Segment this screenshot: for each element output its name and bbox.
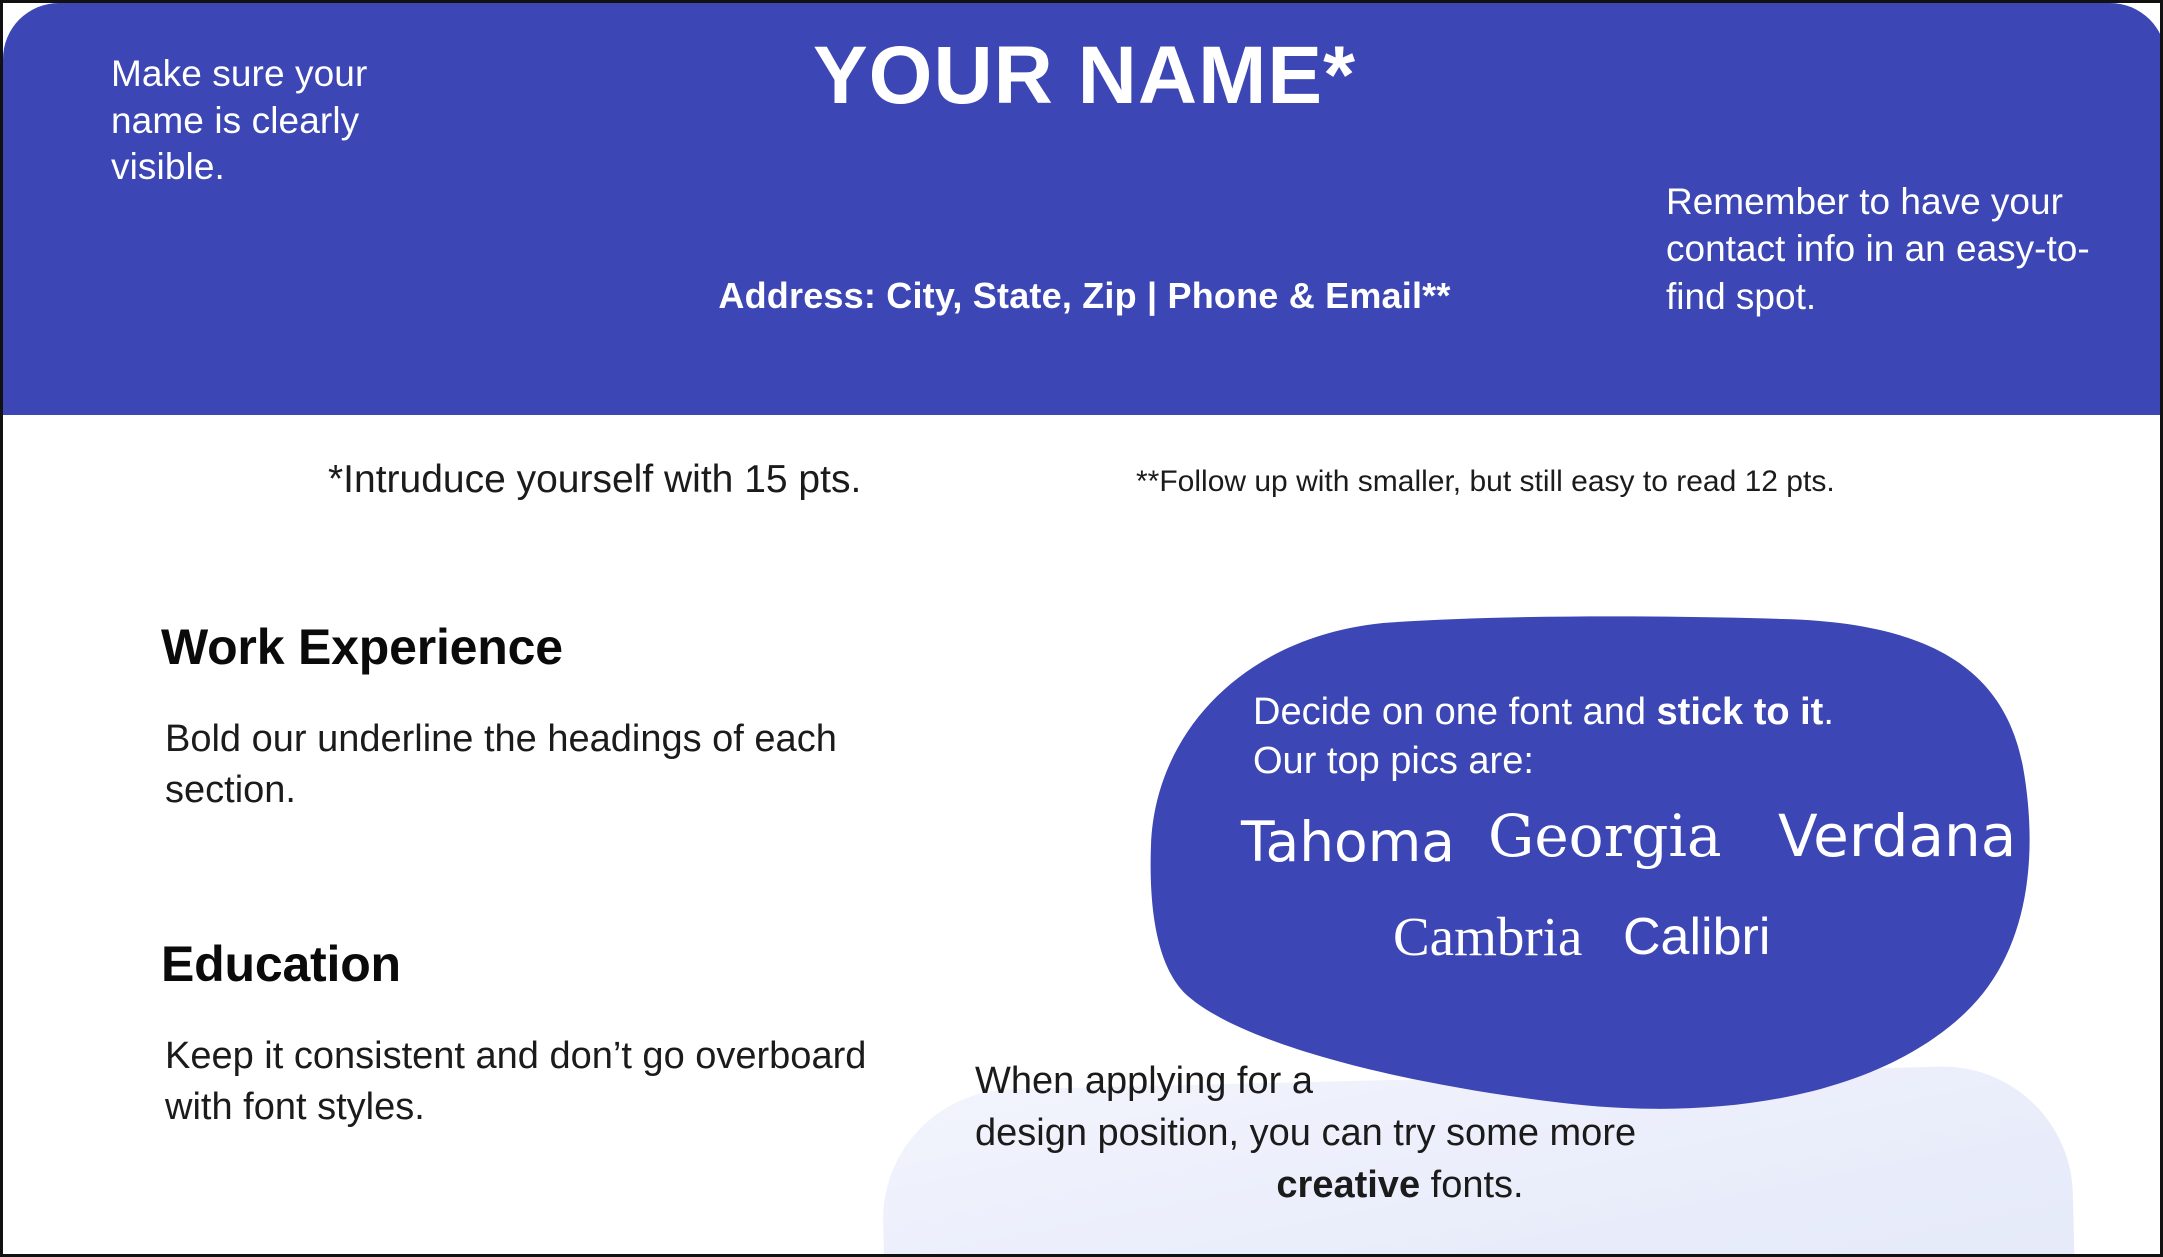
section-body-education: Keep it consistent and don’t go overboar… — [165, 1035, 867, 1128]
section-body-work-experience: Bold our underline the headings of each … — [165, 718, 837, 811]
footnote-primary: *Intruduce yourself with 15 pts. — [328, 458, 862, 501]
section-heading-work-experience: Work Experience — [161, 619, 563, 675]
section-work-experience: Work Experience Bold our underline the h… — [161, 618, 921, 815]
creative-fonts-note: When applying for a design position, you… — [975, 1055, 1975, 1211]
creative-fonts-note-line2: design position, you can try some more — [975, 1112, 1637, 1155]
section-education: Education Keep it consistent and don’t g… — [161, 935, 921, 1132]
section-heading-education: Education — [161, 936, 401, 992]
creative-fonts-note-line3-rest: fonts. — [1420, 1164, 1524, 1207]
footnote-secondary: **Follow up with smaller, but still easy… — [1136, 465, 1835, 498]
page-title: YOUR NAME* — [812, 30, 1357, 121]
creative-fonts-note-emphasis: creative — [1276, 1164, 1421, 1207]
blue-blob-shape — [1093, 615, 2038, 1115]
header-band: Make sure your name is clearly visible. … — [3, 3, 2160, 415]
creative-fonts-note-line1: When applying for a — [975, 1060, 1313, 1102]
header-note-right: Remember to have your contact info in an… — [1666, 181, 2090, 317]
creative-fonts-note-line3: creative fonts. — [975, 1159, 1975, 1211]
resume-tips-infographic: Make sure your name is clearly visible. … — [0, 0, 2163, 1257]
